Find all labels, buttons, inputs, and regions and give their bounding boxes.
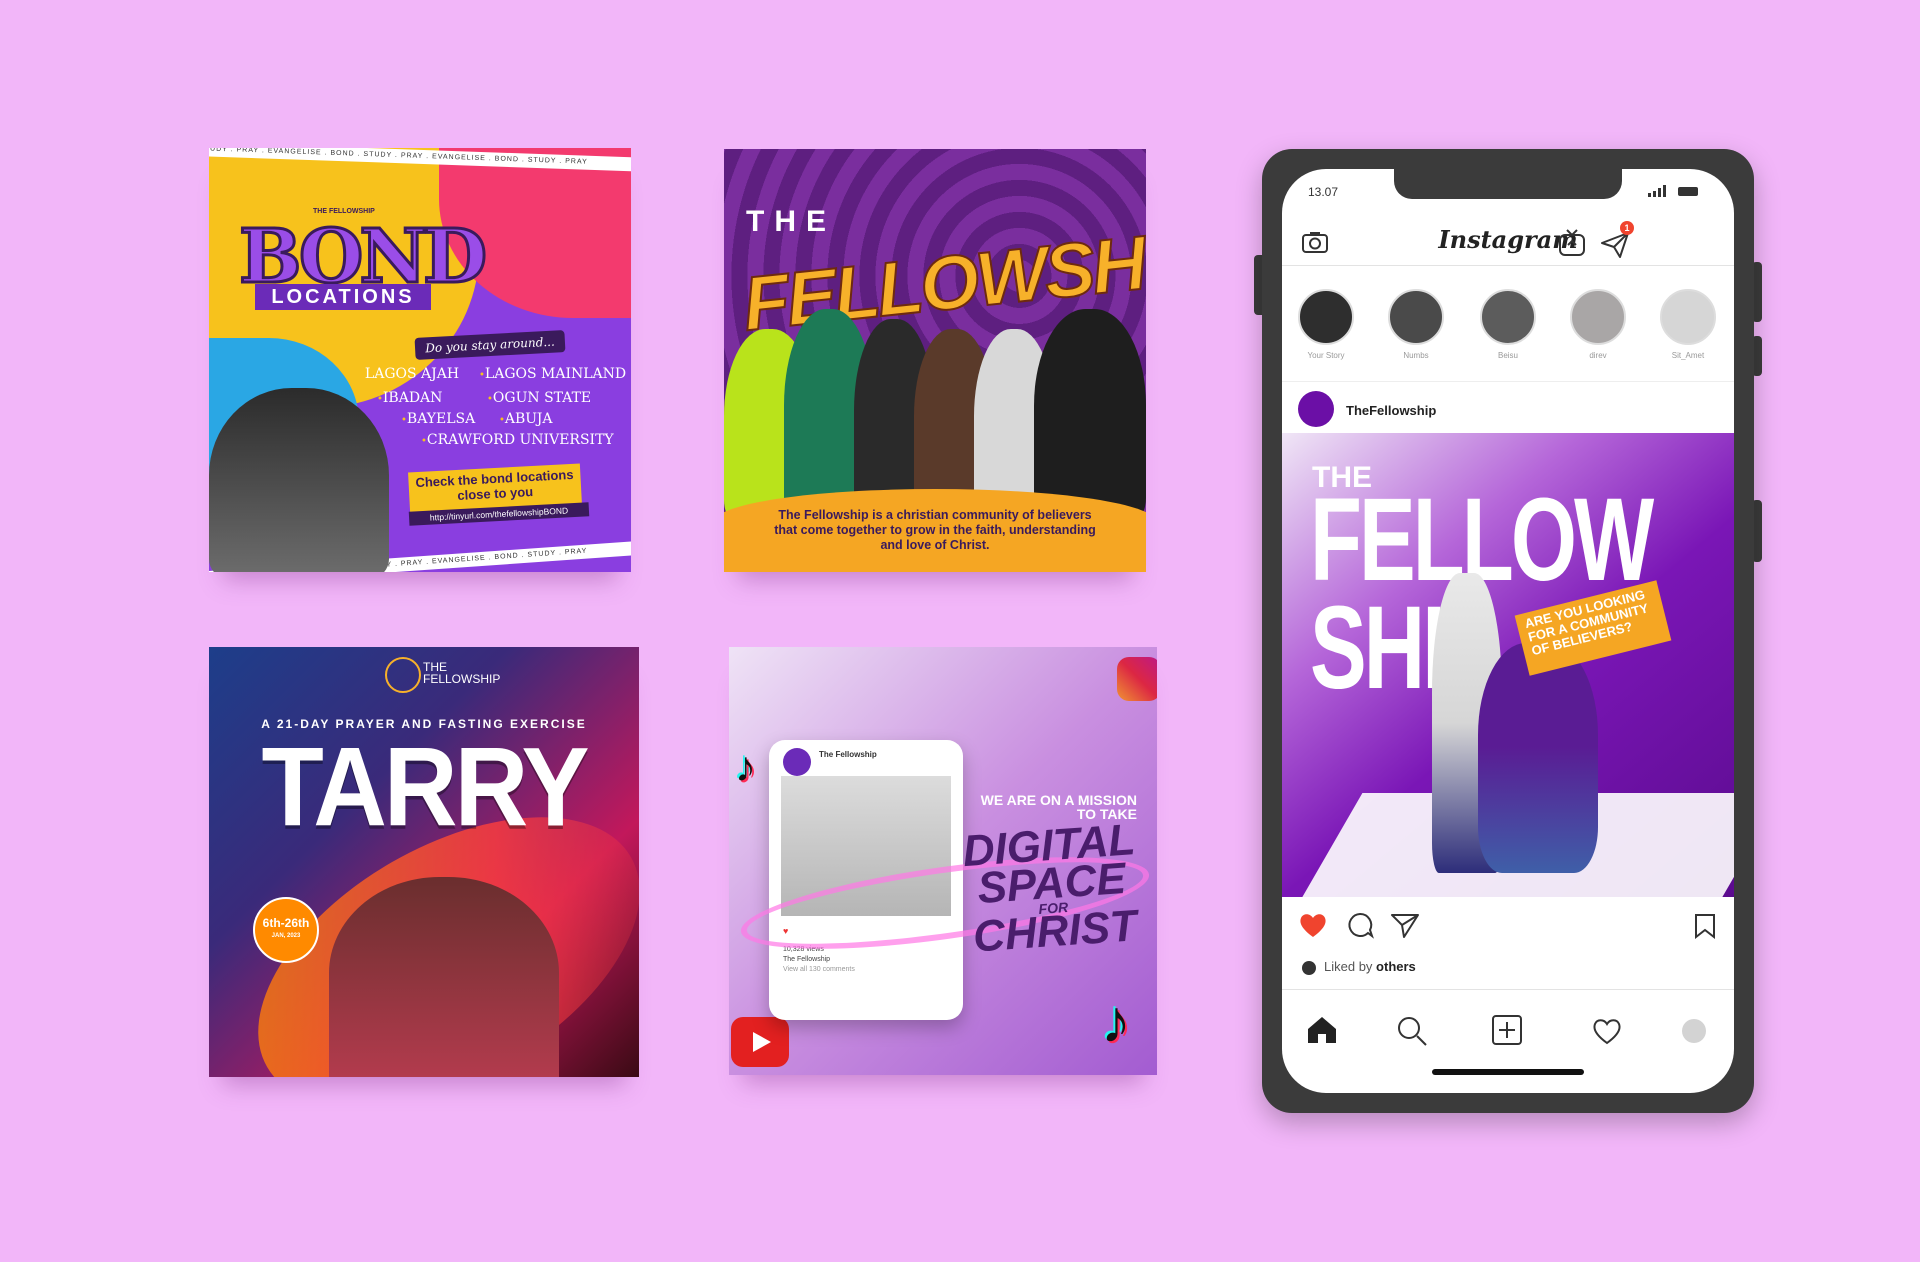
the-label: THE <box>746 205 836 238</box>
home-icon[interactable] <box>1306 1015 1338 1045</box>
signal-icon <box>1648 185 1666 197</box>
post-avatar[interactable] <box>1298 391 1334 427</box>
person-figure <box>1034 309 1146 519</box>
story-avatar <box>1298 289 1354 345</box>
story-your-story[interactable]: Your Story <box>1296 289 1356 360</box>
liked-by-names[interactable]: others <box>1376 959 1416 974</box>
phone-mockup: 13.07 Instagram 1 Your Story Numbs Beisu… <box>1262 149 1754 1113</box>
digital-space-headline: DIGITAL SPACE FOR CHRIST <box>953 815 1151 962</box>
locations-subtitle: LOCATIONS <box>255 284 431 310</box>
singer-photo <box>329 877 559 1077</box>
new-post-icon[interactable] <box>1492 1015 1522 1045</box>
story-avatar <box>1388 289 1444 345</box>
logo-line-2: FELLOWSHIP <box>423 672 501 686</box>
igtv-icon[interactable] <box>1558 229 1586 257</box>
bookmark-icon[interactable] <box>1694 913 1716 939</box>
tiktok-icon: ♪ <box>1101 988 1131 1055</box>
location-item: LAGOS AJAH <box>359 366 459 382</box>
like-heart-icon[interactable] <box>1298 911 1328 939</box>
story-label: Beisu <box>1497 351 1518 360</box>
post-avatar <box>783 748 811 776</box>
status-time: 13.07 <box>1308 185 1339 199</box>
location-item: LAGOS MAINLAND <box>479 366 626 382</box>
activity-heart-icon[interactable] <box>1592 1017 1622 1045</box>
story-label: Sit_Amet <box>1671 351 1705 360</box>
instagram-screen: 13.07 Instagram 1 Your Story Numbs Beisu… <box>1282 169 1734 1093</box>
digital-space-post[interactable]: ♪ ♪ The Fellowship ♥ 10,328 views The Fe… <box>729 647 1157 1075</box>
comment-icon[interactable] <box>1346 911 1374 939</box>
location-item: IBADAN <box>377 390 443 406</box>
bond-locations-post[interactable]: STUDY . PRAY . EVANGELISE . BOND . STUDY… <box>209 148 631 572</box>
profile-avatar[interactable] <box>1682 1019 1706 1043</box>
fellowship-logo-icon <box>385 657 421 693</box>
direct-message-icon[interactable] <box>1600 231 1630 259</box>
search-icon[interactable] <box>1396 1015 1428 1047</box>
fellowship-caption: The Fellowship is a christian community … <box>774 508 1096 552</box>
instagram-logo: Instagram <box>1438 225 1578 254</box>
notification-badge: 1 <box>1620 221 1634 235</box>
fellowship-logo-text: THE FELLOWSHIP <box>423 661 500 685</box>
group-photo <box>209 388 389 572</box>
liker-avatar <box>1302 961 1316 975</box>
story-label: Your Story <box>1307 351 1345 360</box>
post-comments: View all 130 comments <box>783 966 855 973</box>
post-image[interactable]: THE FELLOW SHIP ARE YOU LOOKING FOR A CO… <box>1282 433 1734 897</box>
youtube-icon <box>731 1017 789 1067</box>
date-badge: 6th-26th JAN, 2023 <box>253 897 319 963</box>
location-item: ABUJA <box>499 411 553 427</box>
liked-by-row: Liked by others <box>1302 959 1416 975</box>
story-numbs[interactable]: Numbs <box>1386 289 1446 360</box>
location-item: CRAWFORD UNIVERSITY <box>421 432 614 448</box>
story-beisu[interactable]: Beisu <box>1478 289 1538 360</box>
person-figure <box>1478 643 1598 873</box>
location-item: BAYELSA <box>401 411 475 427</box>
instagram-app-icon <box>1117 657 1157 701</box>
story-avatar <box>1480 289 1536 345</box>
date-year: JAN, 2023 <box>271 933 301 939</box>
story-avatar <box>1660 289 1716 345</box>
story-direv[interactable]: direv <box>1568 289 1628 360</box>
home-indicator <box>1432 1069 1584 1075</box>
post-username[interactable]: TheFellowship <box>1346 403 1436 418</box>
story-label: Numbs <box>1403 351 1429 360</box>
battery-icon <box>1678 187 1698 196</box>
tarry-post[interactable]: THE FELLOWSHIP A 21-DAY PRAYER AND FASTI… <box>209 647 639 1077</box>
headline-christ: CHRIST <box>971 901 1139 962</box>
share-icon[interactable] <box>1390 911 1420 939</box>
post-caption: The Fellowship <box>783 956 831 963</box>
fellowship-post[interactable]: THE FELLOWSHIP The Fellowship is a chris… <box>724 149 1146 572</box>
group-photo <box>724 309 1146 519</box>
phone-notch <box>1394 169 1622 199</box>
tarry-title: TARRY <box>261 724 590 850</box>
story-sit-amet[interactable]: Sit_Amet <box>1658 289 1718 360</box>
post-account-name: The Fellowship <box>819 750 877 759</box>
story-label: direv <box>1589 351 1607 360</box>
story-avatar <box>1570 289 1626 345</box>
tiktok-icon: ♪ <box>735 743 756 790</box>
date-range: 6th-26th <box>262 916 310 930</box>
divider <box>1282 381 1734 382</box>
location-item: OGUN STATE <box>487 390 591 406</box>
